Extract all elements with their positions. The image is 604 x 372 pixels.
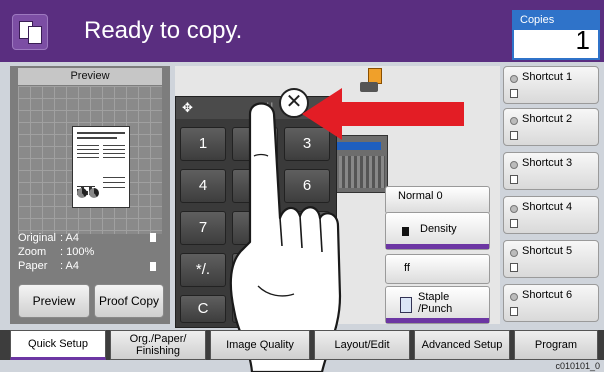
- zoom-label: Zoom: [18, 246, 47, 258]
- thumb-text-line: [77, 157, 99, 158]
- off-setting-label: ff: [404, 262, 410, 274]
- thumb-text-line: [103, 157, 125, 158]
- density-indicator: [386, 244, 489, 249]
- staple-punch-label: Staple /Punch: [418, 291, 453, 315]
- normal-setting-label: Normal 0: [398, 190, 443, 202]
- original-label: Original: [18, 232, 56, 244]
- staple-punch-icon: [400, 297, 412, 313]
- move-icon[interactable]: ✥: [182, 100, 193, 116]
- copies-value: 1: [575, 25, 590, 55]
- shortcut-label: Shortcut 3: [522, 157, 573, 169]
- radio-icon: [510, 117, 518, 125]
- proof-copy-button[interactable]: Proof Copy: [94, 284, 164, 318]
- original-value: : A4: [60, 232, 79, 244]
- preview-button[interactable]: Preview: [18, 284, 90, 318]
- staple-indicator: [386, 318, 489, 323]
- thumb-text-line: [77, 137, 117, 139]
- density-icon: [402, 227, 409, 236]
- preview-area: [18, 86, 162, 234]
- thumb-text-line: [77, 153, 99, 154]
- shortcut-3-button[interactable]: Shortcut 3: [503, 152, 599, 190]
- figure-caption: c010101_0: [555, 361, 600, 371]
- header-bar: Ready to copy. Copies 1: [0, 0, 604, 62]
- thumb-text-line: [103, 153, 125, 154]
- copies-field[interactable]: Copies 1: [512, 10, 600, 60]
- paper-orientation-icon: [150, 262, 156, 271]
- paper-value: : A4: [60, 260, 79, 272]
- key-clear[interactable]: C: [180, 295, 226, 323]
- pointer-arrow-shaft: [340, 102, 464, 126]
- tab-layout-edit[interactable]: Layout/Edit: [314, 330, 410, 360]
- radio-icon: [510, 161, 518, 169]
- shortcut-label: Shortcut 2: [522, 113, 573, 125]
- shortcut-4-button[interactable]: Shortcut 4: [503, 196, 599, 234]
- radio-icon: [510, 205, 518, 213]
- shortcut-label: Shortcut 5: [522, 245, 573, 257]
- staple-icon: [360, 82, 378, 92]
- document-icon: [510, 89, 518, 98]
- preview-heading: Preview: [18, 68, 162, 85]
- copy-icon-page-front: [28, 26, 42, 44]
- key-1[interactable]: 1: [180, 127, 226, 161]
- radio-icon: [510, 293, 518, 301]
- thumb-text-line: [103, 145, 125, 146]
- document-icon: [510, 307, 518, 316]
- thumb-text-line: [77, 149, 99, 150]
- tab-org-paper-finishing[interactable]: Org./Paper/ Finishing: [110, 330, 206, 360]
- off-setting-button[interactable]: ff: [385, 254, 490, 284]
- document-icon: [510, 219, 518, 228]
- tab-quick-setup[interactable]: Quick Setup: [10, 330, 106, 360]
- paper-label: Paper: [18, 260, 48, 272]
- copy-icon: [12, 14, 48, 50]
- thumb-pie-chart: [89, 188, 99, 198]
- thumb-text-line: [103, 177, 125, 178]
- status-title: Ready to copy.: [84, 17, 243, 44]
- thumb-text-line: [103, 182, 125, 183]
- key-star-dot[interactable]: */.: [180, 253, 226, 287]
- staple-punch-button[interactable]: Staple /Punch: [385, 286, 490, 324]
- shortcut-label: Shortcut 1: [522, 71, 573, 83]
- tab-program[interactable]: Program: [514, 330, 598, 360]
- shortcut-label: Shortcut 4: [522, 201, 573, 213]
- thumb-text-line: [103, 187, 125, 188]
- density-button[interactable]: Density: [385, 212, 490, 250]
- preview-panel: Preview Original: A4 Zoom: 100% Paper …: [10, 66, 170, 324]
- radio-icon: [510, 75, 518, 83]
- document-icon: [510, 131, 518, 140]
- shortcut-6-button[interactable]: Shortcut 6: [503, 284, 599, 322]
- zoom-value: : 100%: [60, 246, 95, 258]
- key-7[interactable]: 7: [180, 211, 226, 245]
- document-icon: [510, 175, 518, 184]
- thumb-text-line: [77, 132, 125, 134]
- thumb-text-line: [103, 149, 125, 150]
- thumb-pie-chart: [77, 188, 87, 198]
- normal-setting-button[interactable]: Normal 0: [385, 186, 490, 214]
- radio-icon: [510, 249, 518, 257]
- shortcut-5-button[interactable]: Shortcut 5: [503, 240, 599, 278]
- shortcut-label: Shortcut 6: [522, 289, 573, 301]
- key-4[interactable]: 4: [180, 169, 226, 203]
- document-thumbnail: [72, 126, 130, 208]
- thumb-text-line: [77, 145, 99, 146]
- page-orientation-icon: [150, 233, 156, 242]
- thumb-bar-chart: [77, 177, 95, 195]
- document-icon: [510, 263, 518, 272]
- density-label: Density: [420, 223, 457, 235]
- shortcut-1-button[interactable]: Shortcut 1: [503, 66, 599, 104]
- tab-advanced-setup[interactable]: Advanced Setup: [414, 330, 510, 360]
- copy-screen: Ready to copy. Copies 1 Preview Original…: [0, 0, 604, 372]
- tab-image-quality[interactable]: Image Quality: [210, 330, 310, 360]
- shortcut-2-button[interactable]: Shortcut 2: [503, 108, 599, 146]
